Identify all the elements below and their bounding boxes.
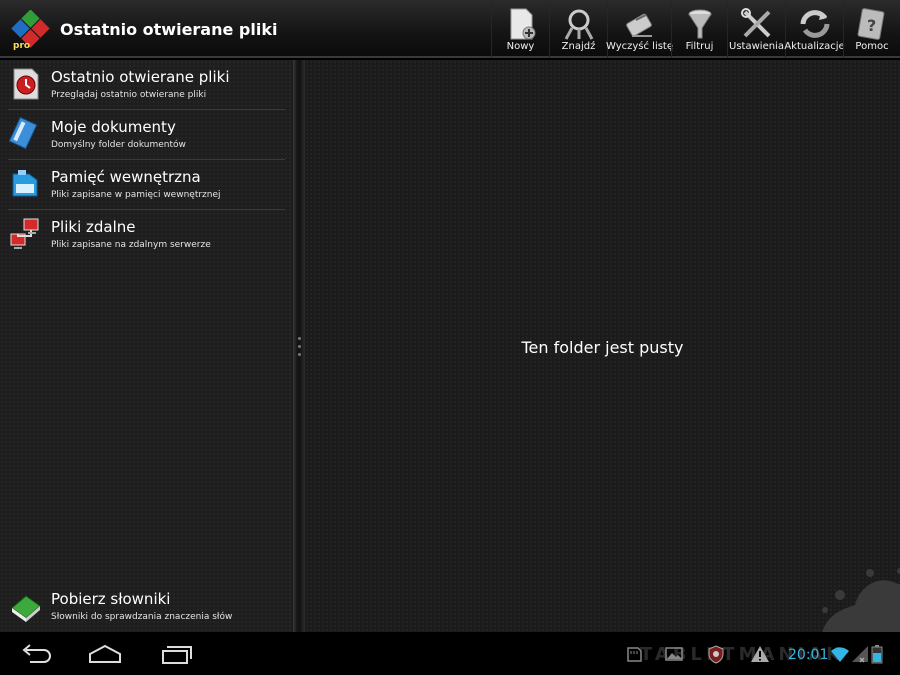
clear-list-icon xyxy=(625,13,652,37)
settings-tools-icon xyxy=(740,8,770,38)
grip-dot xyxy=(298,337,301,340)
action-bar: pro Ostatnio otwierane pliki Nowy Znajdź xyxy=(0,0,900,58)
nav-item-download-dictionaries[interactable]: Pobierz słowniki Słowniki do sprawdzania… xyxy=(0,582,293,632)
nav-subtitle: Słowniki do sprawdzania znaczenia słów xyxy=(51,612,233,622)
nav-subtitle: Pliki zapisane na zdalnym serwerze xyxy=(51,240,211,250)
settings-label: Ustawienia xyxy=(729,41,784,52)
dictionary-icon xyxy=(11,595,41,622)
recent-apps-icon[interactable] xyxy=(160,642,194,666)
office-suite-logo-icon[interactable]: pro xyxy=(10,10,50,50)
svg-text:?: ? xyxy=(867,16,876,35)
gallery-icon[interactable] xyxy=(664,644,684,664)
new-button[interactable]: Nowy xyxy=(491,0,549,58)
internal-storage-icon xyxy=(12,170,38,197)
updates-button[interactable]: Aktualizacje xyxy=(784,0,845,58)
action-buttons: Nowy Znajdź Wyczyść listę Filtruj Ustawi… xyxy=(491,0,900,58)
new-document-icon xyxy=(510,8,535,40)
nav-subtitle: Pliki zapisane w pamięci wewnętrznej xyxy=(51,190,221,200)
nav-item-recent-files[interactable]: Ostatnio otwierane pliki Przeglądaj osta… xyxy=(0,60,293,110)
wifi-icon[interactable] xyxy=(830,644,850,664)
nav-title: Moje dokumenty xyxy=(51,118,176,136)
navigation-pane: Ostatnio otwierane pliki Przeglądaj osta… xyxy=(0,60,293,632)
updates-icon xyxy=(800,10,829,38)
find-icon xyxy=(564,9,593,40)
antivirus-icon[interactable] xyxy=(706,644,726,664)
system-navigation-bar: TABLETMANIAK 20:01 xyxy=(0,632,900,675)
back-icon[interactable] xyxy=(18,642,52,666)
nav-title: Pobierz słowniki xyxy=(51,590,171,608)
find-label: Znajdź xyxy=(561,41,596,52)
clear-list-label: Wyczyść listę xyxy=(605,41,674,52)
recent-files-icon xyxy=(13,68,39,100)
nav-title: Ostatnio otwierane pliki xyxy=(51,68,230,86)
sd-card-icon[interactable] xyxy=(624,644,644,664)
nav-item-internal-storage[interactable]: Pamięć wewnętrzna Pliki zapisane w pamię… xyxy=(0,160,293,210)
nav-subtitle: Domyślny folder dokumentów xyxy=(51,140,186,150)
filter-label: Filtruj xyxy=(685,41,714,52)
signal-icon[interactable] xyxy=(850,644,870,664)
new-label: Nowy xyxy=(506,41,535,52)
clock[interactable]: 20:01 xyxy=(788,647,828,663)
my-documents-icon xyxy=(8,116,38,150)
file-list-pane: Ten folder jest pusty xyxy=(305,60,900,632)
empty-folder-message: Ten folder jest pusty xyxy=(521,338,684,357)
app-title: Ostatnio otwierane pliki xyxy=(60,20,278,39)
nav-item-remote-files[interactable]: Pliki zdalne Pliki zapisane na zdalnym s… xyxy=(0,210,293,260)
help-label: Pomoc xyxy=(855,41,889,52)
grip-dot xyxy=(298,353,301,356)
filter-icon xyxy=(688,9,711,39)
filter-button[interactable]: Filtruj xyxy=(671,0,727,58)
settings-button[interactable]: Ustawienia xyxy=(727,0,785,58)
help-button[interactable]: ? Pomoc xyxy=(843,0,900,58)
battery-icon[interactable] xyxy=(870,644,884,664)
clear-list-button[interactable]: Wyczyść listę xyxy=(605,0,674,58)
nav-title: Pamięć wewnętrzna xyxy=(51,168,201,186)
logo-text: pro xyxy=(13,41,30,50)
warning-icon[interactable] xyxy=(750,644,770,664)
nav-title: Pliki zdalne xyxy=(51,218,136,236)
updates-label: Aktualizacje xyxy=(784,41,845,52)
nav-subtitle: Przeglądaj ostatnio otwierane pliki xyxy=(51,90,207,100)
find-button[interactable]: Znajdź xyxy=(549,0,607,58)
decorative-splash xyxy=(822,568,900,632)
grip-dot xyxy=(298,345,301,348)
home-icon[interactable] xyxy=(88,642,122,666)
nav-item-my-documents[interactable]: Moje dokumenty Domyślny folder dokumentó… xyxy=(0,110,293,160)
help-icon: ? xyxy=(857,8,885,40)
remote-files-icon xyxy=(10,218,39,249)
